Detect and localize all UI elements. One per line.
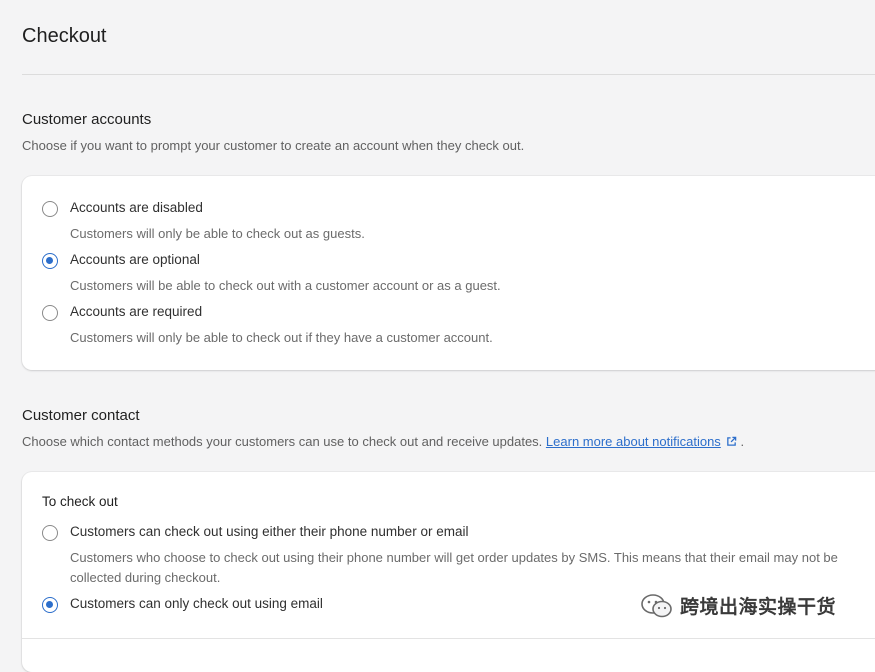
header-divider [22,74,875,75]
option-help-text: Customers will be able to check out with… [70,278,501,293]
radio-accounts-optional[interactable] [42,253,58,269]
customer-contact-description: Choose which contact methods your custom… [22,434,744,449]
watermark: 跨境出海实操干货 [640,592,836,619]
option-label[interactable]: Accounts are optional [70,252,200,267]
watermark-text: 跨境出海实操干货 [680,597,837,618]
wechat-icon [641,593,672,617]
external-link-icon[interactable] [726,436,737,447]
to-check-out-heading: To check out [42,494,118,509]
option-help-text: Customers will only be able to check out… [70,226,365,241]
page-title: Checkout [22,25,107,47]
customer-contact-card: To check out Customers can check out usi… [22,472,875,672]
customer-contact-title: Customer contact [22,407,140,424]
radio-phone-or-email[interactable] [42,525,58,541]
option-help-text: Customers will only be able to check out… [70,330,493,345]
radio-email-only[interactable] [42,597,58,613]
radio-accounts-required[interactable] [42,305,58,321]
option-help-text: Customers who choose to check out using … [70,550,838,585]
customer-contact-description-text: Choose which contact methods your custom… [22,434,543,449]
learn-more-notifications-link[interactable]: Learn more about notifications [546,434,737,449]
option-label[interactable]: Accounts are disabled [70,200,203,215]
customer-accounts-description: Choose if you want to prompt your custom… [22,138,525,153]
option-label[interactable]: Customers can only check out using email [70,596,323,611]
customer-accounts-title: Customer accounts [22,111,152,128]
option-label[interactable]: Accounts are required [70,304,202,319]
description-period: . [740,434,745,449]
card-inner-divider [22,638,875,639]
option-label[interactable]: Customers can check out using either the… [70,524,468,539]
customer-accounts-card: Accounts are disabled Customers will onl… [22,176,875,370]
radio-accounts-disabled[interactable] [42,201,58,217]
learn-more-link-text[interactable]: Learn more about notifications [546,434,721,449]
